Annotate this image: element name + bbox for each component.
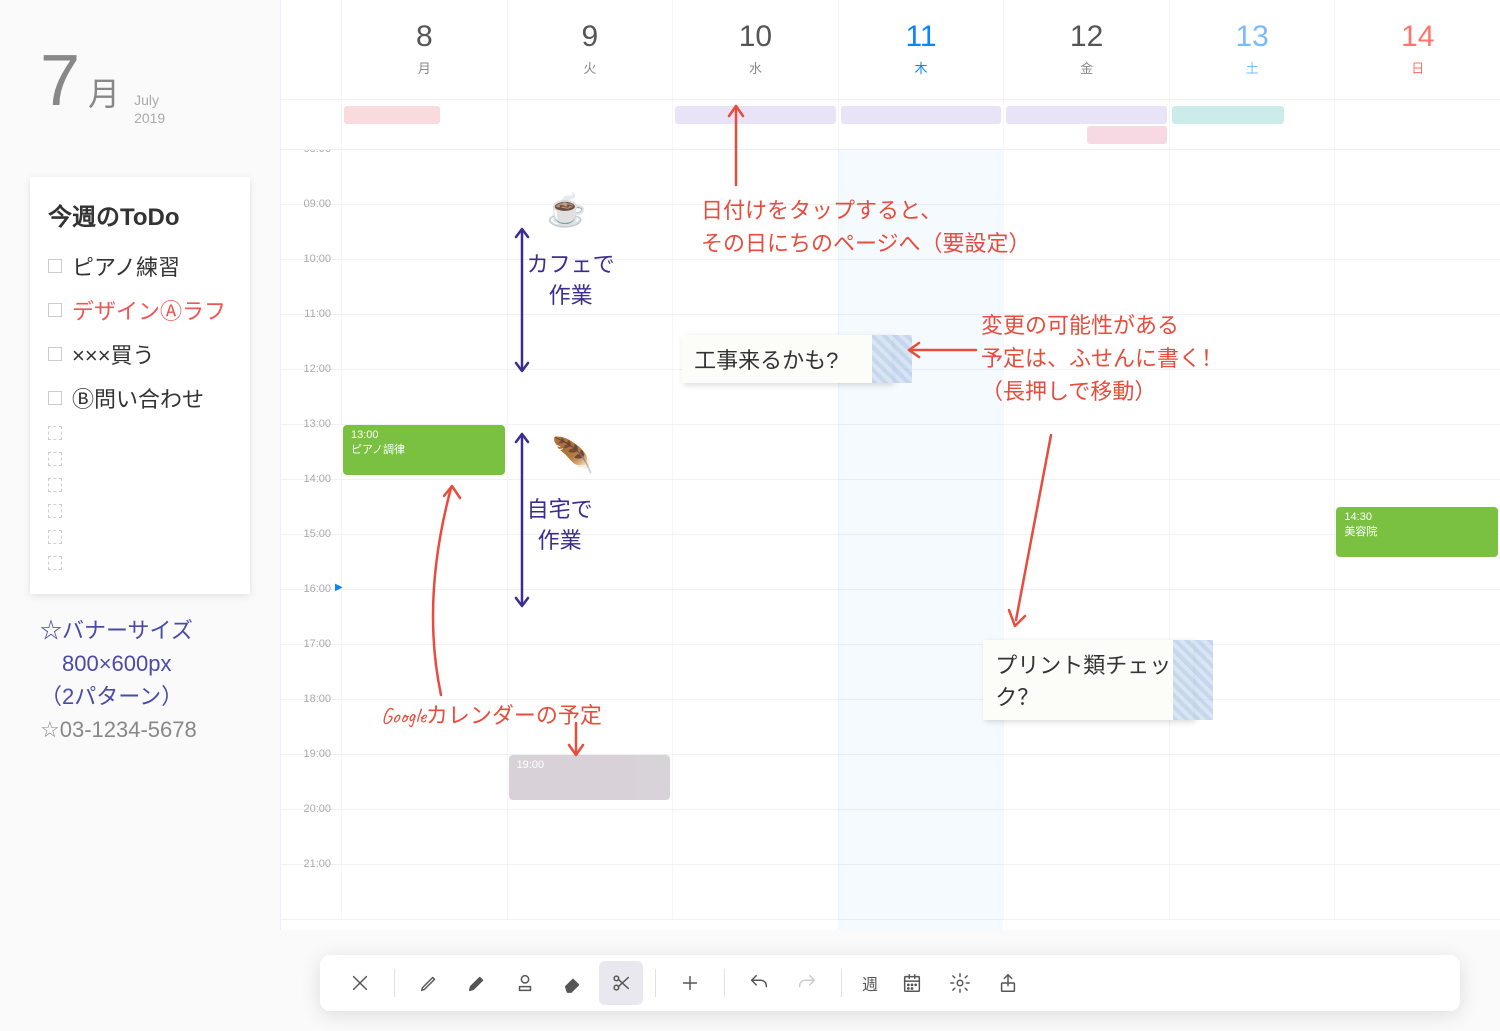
event-gray[interactable]: 19:00 bbox=[509, 755, 671, 800]
scissors-tool[interactable] bbox=[599, 961, 643, 1005]
todo-card[interactable]: 今週のToDo ピアノ練習デザインⒶラフ×××買うⒷ問い合わせ bbox=[30, 177, 250, 594]
day-header[interactable]: 11木 bbox=[838, 0, 1004, 99]
memo-area[interactable]: ☆バナーサイズ 800×600px （2パターン） ☆03-1234-5678 bbox=[20, 614, 260, 746]
allday-event[interactable] bbox=[841, 106, 1002, 124]
month-header: 7 月 July 2019 bbox=[40, 40, 260, 127]
todo-item[interactable]: ピアノ練習 bbox=[48, 244, 232, 288]
day-header[interactable]: 10水 bbox=[672, 0, 838, 99]
undo-button[interactable] bbox=[737, 961, 781, 1005]
checkbox[interactable] bbox=[48, 478, 62, 492]
todo-title: 今週のToDo bbox=[48, 197, 232, 232]
pen-tool[interactable] bbox=[455, 961, 499, 1005]
checkbox[interactable] bbox=[48, 504, 62, 518]
checkbox[interactable] bbox=[48, 391, 62, 405]
redo-button[interactable] bbox=[785, 961, 829, 1005]
calendar-grid[interactable]: 08:0009:0010:0011:0012:0013:0014:0015:00… bbox=[281, 150, 1500, 930]
day-header[interactable]: 13土 bbox=[1169, 0, 1335, 99]
day-header[interactable]: 8月 bbox=[341, 0, 507, 99]
close-button[interactable] bbox=[338, 961, 382, 1005]
hour-label: 10:00 bbox=[281, 253, 341, 314]
allday-event[interactable] bbox=[1006, 106, 1167, 124]
todo-item[interactable]: Ⓑ問い合わせ bbox=[48, 376, 232, 420]
todo-item[interactable] bbox=[48, 446, 232, 472]
hour-label: 21:00 bbox=[281, 858, 341, 919]
day-headers: 8月9火10水11木12金13土14日 bbox=[281, 0, 1500, 100]
checkbox[interactable] bbox=[48, 530, 62, 544]
sticky-print[interactable]: プリント類チェック？ bbox=[983, 640, 1193, 720]
checkbox[interactable] bbox=[48, 452, 62, 466]
stamp-tool[interactable] bbox=[503, 961, 547, 1005]
hour-label: 14:00 bbox=[281, 473, 341, 534]
month-meta: July 2019 bbox=[134, 91, 165, 127]
calendar: 8月9火10水11木12金13土14日 08:0009:0010:0011:00… bbox=[280, 0, 1500, 930]
month-suffix: 月 bbox=[88, 69, 120, 115]
hour-label: 11:00 bbox=[281, 308, 341, 369]
hour-label: 18:00 bbox=[281, 693, 341, 754]
event-salon[interactable]: 14:30 美容院 bbox=[1336, 507, 1498, 557]
now-indicator: ▶ bbox=[335, 582, 343, 593]
checkbox[interactable] bbox=[48, 347, 62, 361]
toolbar: 週 bbox=[320, 955, 1460, 1011]
hour-label: 15:00 bbox=[281, 528, 341, 589]
pencil-tool[interactable] bbox=[407, 961, 451, 1005]
day-header[interactable]: 9火 bbox=[507, 0, 673, 99]
allday-event[interactable] bbox=[1172, 106, 1284, 124]
day-header[interactable]: 12金 bbox=[1003, 0, 1169, 99]
hour-label: 19:00 bbox=[281, 748, 341, 809]
add-button[interactable] bbox=[668, 961, 712, 1005]
hour-label: 20:00 bbox=[281, 803, 341, 864]
month-number: 7 bbox=[40, 40, 80, 122]
hour-label: 08:00 bbox=[281, 150, 341, 204]
eraser-tool[interactable] bbox=[551, 961, 595, 1005]
todo-item[interactable] bbox=[48, 550, 232, 576]
hour-label: 09:00 bbox=[281, 198, 341, 259]
checkbox[interactable] bbox=[48, 426, 62, 440]
checkbox[interactable] bbox=[48, 303, 62, 317]
todo-item[interactable]: ×××買う bbox=[48, 332, 232, 376]
calendar-button[interactable] bbox=[890, 961, 934, 1005]
hour-label: 17:00 bbox=[281, 638, 341, 699]
todo-item[interactable] bbox=[48, 498, 232, 524]
view-week-button[interactable]: 週 bbox=[854, 971, 886, 995]
todo-item[interactable] bbox=[48, 524, 232, 550]
share-button[interactable] bbox=[986, 961, 1030, 1005]
allday-event[interactable] bbox=[344, 106, 440, 124]
allday-event[interactable] bbox=[1087, 126, 1167, 144]
event-piano[interactable]: 13:00 ピアノ調律 bbox=[343, 425, 505, 475]
todo-item[interactable] bbox=[48, 420, 232, 446]
sticky-construction[interactable]: 工事来るかも? bbox=[682, 335, 892, 383]
checkbox[interactable] bbox=[48, 259, 62, 273]
todo-item[interactable]: デザインⒶラフ bbox=[48, 288, 232, 332]
hour-label: 13:00 bbox=[281, 418, 341, 479]
allday-event[interactable] bbox=[675, 106, 836, 124]
day-header[interactable]: 14日 bbox=[1334, 0, 1500, 99]
sidebar: 7 月 July 2019 今週のToDo ピアノ練習デザインⒶラフ×××買うⒷ… bbox=[0, 0, 280, 1031]
settings-button[interactable] bbox=[938, 961, 982, 1005]
allday-row bbox=[281, 100, 1500, 150]
checkbox[interactable] bbox=[48, 556, 62, 570]
todo-item[interactable] bbox=[48, 472, 232, 498]
hour-label: 12:00 bbox=[281, 363, 341, 424]
hour-label: 16:00 bbox=[281, 583, 341, 644]
